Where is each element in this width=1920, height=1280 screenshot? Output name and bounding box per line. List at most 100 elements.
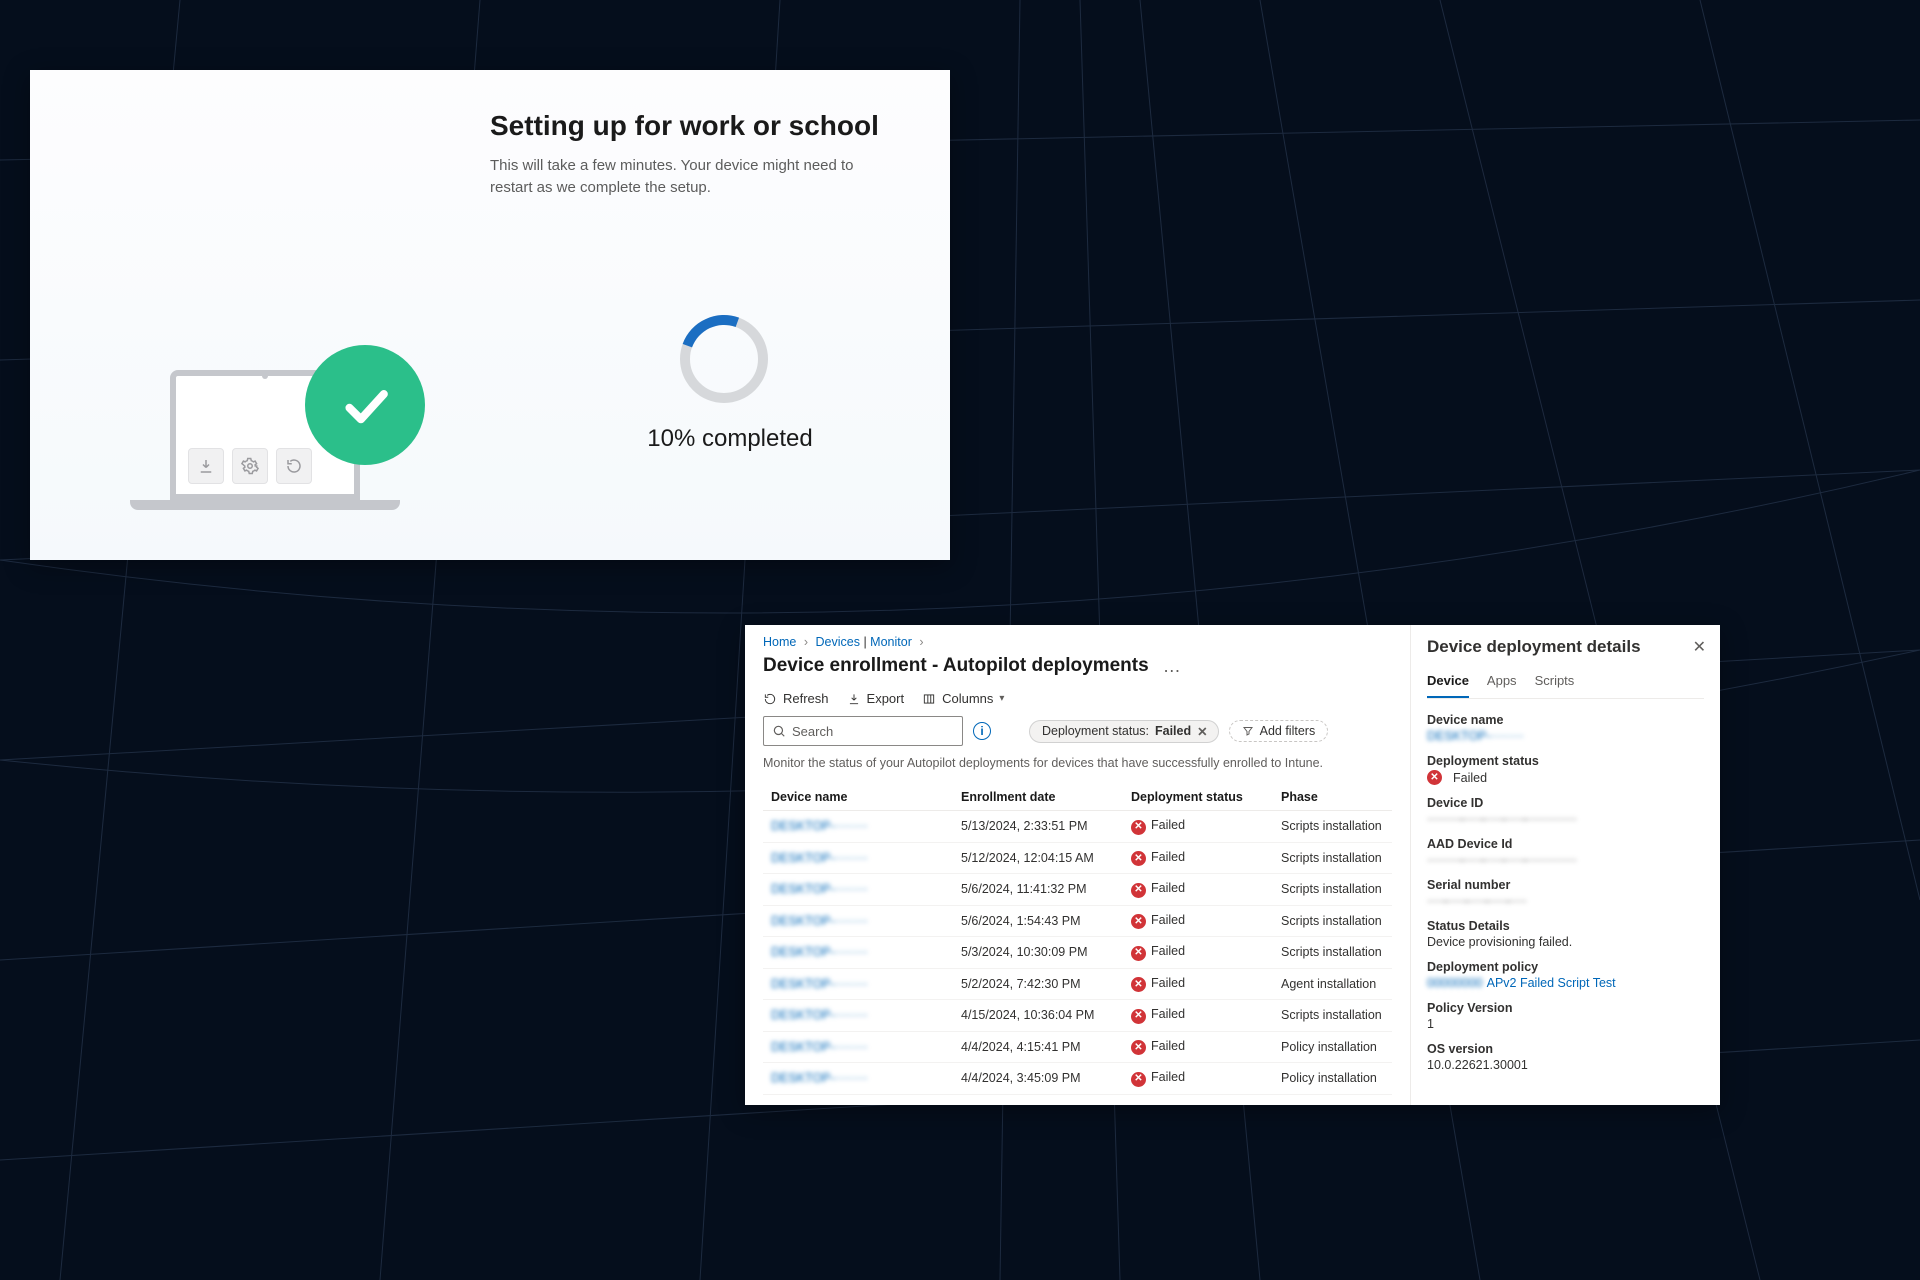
k-device-id: Device ID [1427, 796, 1704, 810]
v-os: 10.0.22621.30001 [1427, 1058, 1704, 1072]
breadcrumb-sep: › [804, 635, 808, 649]
failed-icon: ✕ [1131, 977, 1146, 992]
breadcrumb-devices[interactable]: Devices [815, 635, 859, 649]
refresh-icon [763, 692, 777, 706]
k-device-name: Device name [1427, 713, 1704, 727]
v-device-name[interactable]: DESKTOP-········ [1427, 729, 1524, 743]
cell-phase: Scripts installation [1273, 842, 1392, 874]
tab-device[interactable]: Device [1427, 667, 1469, 698]
v-deploy-status: ✕ Failed [1427, 770, 1704, 785]
device-link[interactable]: DESKTOP-········ [771, 882, 868, 896]
refresh-button[interactable]: Refresh [763, 691, 829, 706]
table-row[interactable]: DESKTOP-········5/6/2024, 1:54:43 PM✕Fai… [763, 905, 1392, 937]
device-link[interactable]: DESKTOP-········ [771, 914, 868, 928]
filter-pill-value: Failed [1155, 724, 1191, 738]
cell-status: ✕Failed [1123, 968, 1273, 1000]
device-link[interactable]: DESKTOP-········ [771, 819, 868, 833]
cell-date: 5/3/2024, 10:30:09 PM [953, 937, 1123, 969]
cell-status: ✕Failed [1123, 1063, 1273, 1095]
col-status[interactable]: Deployment status [1123, 784, 1273, 811]
failed-icon: ✕ [1131, 820, 1146, 835]
cell-status: ✕Failed [1123, 905, 1273, 937]
cell-phase: Scripts installation [1273, 937, 1392, 969]
oobe-heading: Setting up for work or school [490, 110, 879, 142]
device-link[interactable]: DESKTOP-········ [771, 945, 868, 959]
table-row[interactable]: DESKTOP-········ 5/2/2024, 7:42:30 PM✕Fai… [763, 968, 1392, 1000]
cell-phase: Scripts installation [1273, 874, 1392, 906]
cell-phase: Policy installation [1273, 1063, 1392, 1095]
k-os: OS version [1427, 1042, 1704, 1056]
hint-text: Monitor the status of your Autopilot dep… [763, 756, 1392, 770]
table-row[interactable]: DESKTOP-········ 4/15/2024, 10:36:04 PM✕F… [763, 1000, 1392, 1032]
table-row[interactable]: DESKTOP-········5/12/2024, 12:04:15 AM✕F… [763, 842, 1392, 874]
columns-button[interactable]: Columns ▾ [922, 691, 1004, 706]
breadcrumb-monitor[interactable]: Monitor [870, 635, 912, 649]
failed-icon: ✕ [1131, 914, 1146, 929]
failed-icon: ✕ [1131, 1009, 1146, 1024]
table-row[interactable]: DESKTOP-········ 5/3/2024, 10:30:09 PM✕Fa… [763, 937, 1392, 969]
filter-pill-label: Deployment status: [1042, 724, 1149, 738]
cell-status: ✕Failed [1123, 1000, 1273, 1032]
progress-label: 10% completed [590, 425, 870, 453]
cell-status: ✕Failed [1123, 937, 1273, 969]
v-status-details: Device provisioning failed. [1427, 935, 1704, 949]
columns-icon [922, 692, 936, 706]
download-icon [847, 692, 861, 706]
oobe-body-text: This will take a few minutes. Your devic… [490, 155, 890, 199]
cell-date: 4/15/2024, 10:36:04 PM [953, 1000, 1123, 1032]
tab-apps[interactable]: Apps [1487, 667, 1517, 698]
tab-scripts[interactable]: Scripts [1535, 667, 1575, 698]
v-policy[interactable]: 00000000APv2 Failed Script Test [1427, 976, 1704, 990]
table-row[interactable]: DESKTOP-········5/13/2024, 2:33:51 PM✕Fa… [763, 811, 1392, 843]
cell-date: 4/4/2024, 3:45:09 PM [953, 1063, 1123, 1095]
failed-icon: ✕ [1131, 851, 1146, 866]
col-phase[interactable]: Phase [1273, 784, 1392, 811]
device-link[interactable]: DESKTOP-········ [771, 1040, 868, 1054]
device-link[interactable]: DESKTOP-········ [771, 851, 868, 865]
columns-label: Columns [942, 691, 993, 706]
k-status-details: Status Details [1427, 919, 1704, 933]
cell-date: 4/4/2024, 4:15:41 PM [953, 1031, 1123, 1063]
col-enrollment[interactable]: Enrollment date [953, 784, 1123, 811]
filter-pill-deployment-status[interactable]: Deployment status: Failed ✕ [1029, 720, 1219, 743]
table-row[interactable]: DESKTOP-········ 4/4/2024, 3:45:09 PM✕Fai… [763, 1063, 1392, 1095]
export-label: Export [867, 691, 905, 706]
v-policy-version: 1 [1427, 1017, 1704, 1031]
breadcrumb: Home › Devices | Monitor › [763, 635, 1392, 649]
restart-icon [276, 448, 312, 484]
search-input[interactable]: Search [763, 716, 963, 746]
refresh-label: Refresh [783, 691, 829, 706]
v-serial: ····-····-····-····-···· [1427, 894, 1527, 908]
cell-date: 5/2/2024, 7:42:30 PM [953, 968, 1123, 1000]
device-link[interactable]: DESKTOP-········ [771, 977, 868, 991]
checkmark-badge-icon [305, 345, 425, 465]
col-device[interactable]: Device name [763, 784, 953, 811]
search-icon [772, 724, 786, 738]
cell-phase: Scripts installation [1273, 1000, 1392, 1032]
failed-icon: ✕ [1131, 883, 1146, 898]
device-link[interactable]: DESKTOP-········ [771, 1008, 868, 1022]
close-button[interactable]: ✕ [1693, 637, 1706, 657]
table-row[interactable]: DESKTOP-········5/6/2024, 11:41:32 PM✕Fa… [763, 874, 1392, 906]
breadcrumb-home[interactable]: Home [763, 635, 796, 649]
add-filters-button[interactable]: Add filters [1229, 720, 1329, 742]
export-button[interactable]: Export [847, 691, 905, 706]
filter-pill-remove[interactable]: ✕ [1197, 724, 1207, 739]
k-serial: Serial number [1427, 878, 1704, 892]
cell-phase: Scripts installation [1273, 811, 1392, 843]
device-link[interactable]: DESKTOP-········ [771, 1071, 868, 1085]
failed-icon: ✕ [1427, 770, 1442, 785]
gear-icon [232, 448, 268, 484]
oobe-setup-panel: Setting up for work or school This will … [30, 70, 950, 560]
table-row[interactable]: DESKTOP-········4/4/2024, 4:15:41 PM✕Fai… [763, 1031, 1392, 1063]
chevron-down-icon: ▾ [999, 693, 1004, 704]
k-deploy-status: Deployment status [1427, 754, 1704, 768]
info-icon[interactable]: i [973, 722, 991, 740]
failed-icon: ✕ [1131, 1072, 1146, 1087]
cell-phase: Agent installation [1273, 968, 1392, 1000]
cell-status: ✕Failed [1123, 842, 1273, 874]
k-policy: Deployment policy [1427, 960, 1704, 974]
cell-date: 5/13/2024, 2:33:51 PM [953, 811, 1123, 843]
more-actions-button[interactable]: … [1159, 657, 1185, 675]
failed-icon: ✕ [1131, 946, 1146, 961]
